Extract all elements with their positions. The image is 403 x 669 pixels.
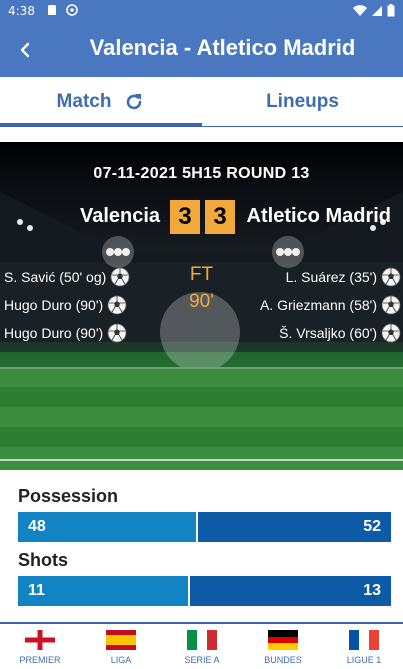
away-goal-scorer: A. Griezmann (58'): [259, 297, 377, 313]
football-icon: [381, 323, 401, 343]
stat-title-shots: Shots: [18, 550, 69, 570]
battery-icon: [387, 4, 395, 17]
away-goal-event: Š. Vrsaljko (60'): [279, 323, 401, 343]
nav-label: BUNDES: [264, 655, 302, 665]
spain-flag-icon: [106, 630, 136, 650]
home-goal-scorer: Hugo Duro (90'): [4, 325, 104, 341]
tab-lineups[interactable]: Lineups: [202, 77, 403, 126]
away-team-name: Atletico Madrid: [246, 205, 391, 227]
match-hero: 07-11-2021 5H15 ROUND 13 Valencia 3 3 At…: [0, 142, 403, 470]
sd-card-icon: [48, 5, 56, 15]
germany-flag-icon: [268, 630, 298, 650]
status-indicators: [353, 4, 395, 17]
italy-flag-icon: [187, 630, 217, 650]
possession-away-bar: 52: [198, 512, 391, 542]
match-stats: Possession 48 52 Shots 11 13: [18, 486, 391, 614]
nav-item-ligue-1[interactable]: LIGUE 1: [324, 630, 403, 665]
away-goal-scorer: Š. Vrsaljko (60'): [279, 325, 377, 341]
home-goal-event: Hugo Duro (90'): [4, 323, 127, 343]
signal-icon: [372, 5, 382, 16]
france-flag-icon: [349, 630, 379, 650]
nav-item-premier[interactable]: PREMIER: [0, 630, 80, 665]
stat-bar-shots: 11 13: [18, 576, 391, 606]
app-bar: Valencia - Atletico Madrid: [0, 24, 403, 77]
football-icon: [381, 267, 401, 287]
sync-icon: [66, 4, 78, 16]
stat-title-possession: Possession: [18, 486, 119, 506]
stat-bar-possession: 48 52: [18, 512, 391, 542]
arrow-left-icon: [20, 42, 30, 58]
home-goal-scorer: Hugo Duro (90'): [4, 297, 104, 313]
home-goal-event: S. Savić (50' og): [4, 267, 130, 287]
nav-label: SERIE A: [184, 655, 220, 665]
football-icon: [110, 267, 130, 287]
tab-lineups-label: Lineups: [266, 90, 339, 112]
football-icon: [381, 295, 401, 315]
home-team-name: Valencia: [80, 205, 161, 227]
active-tab-indicator: [0, 123, 202, 126]
nav-item-liga[interactable]: LIGA: [81, 630, 161, 665]
shots-home-bar: 11: [18, 576, 188, 606]
away-score: 3: [205, 200, 235, 234]
page-title: Valencia - Atletico Madrid: [89, 35, 356, 60]
away-goal-event: L. Suárez (35'): [286, 267, 401, 287]
status-bar: 4:38: [0, 0, 403, 24]
bottom-navigation: PREMIER LIGA SERIE A BUNDES LIGUE 1: [0, 622, 403, 669]
football-icon: [107, 323, 127, 343]
tab-match[interactable]: Match: [0, 77, 202, 126]
match-datetime-round: 07-11-2021 5H15 ROUND 13: [93, 165, 310, 182]
away-goal-scorer: L. Suárez (35'): [285, 269, 377, 285]
possession-home-bar: 48: [18, 512, 196, 542]
nav-item-serie-a[interactable]: SERIE A: [162, 630, 242, 665]
tab-bar: Match Lineups: [0, 77, 403, 127]
refresh-icon[interactable]: [123, 91, 145, 113]
tab-match-label: Match: [56, 90, 112, 112]
away-goal-event: A. Griezmann (58'): [260, 295, 401, 315]
shots-away-bar: 13: [190, 576, 391, 606]
nav-label: LIGA: [110, 655, 132, 665]
back-button[interactable]: [10, 35, 40, 65]
nav-label: LIGUE 1: [346, 655, 382, 665]
home-goal-scorer: S. Savić (50' og): [4, 269, 107, 285]
status-time: 4:38: [8, 4, 35, 18]
football-icon: [107, 295, 127, 315]
england-flag-icon: [25, 630, 55, 650]
home-goal-event: Hugo Duro (90'): [4, 295, 127, 315]
nav-label: PREMIER: [19, 655, 61, 665]
wifi-icon: [353, 4, 367, 16]
home-score: 3: [170, 200, 200, 234]
nav-item-bundes[interactable]: BUNDES: [243, 630, 323, 665]
